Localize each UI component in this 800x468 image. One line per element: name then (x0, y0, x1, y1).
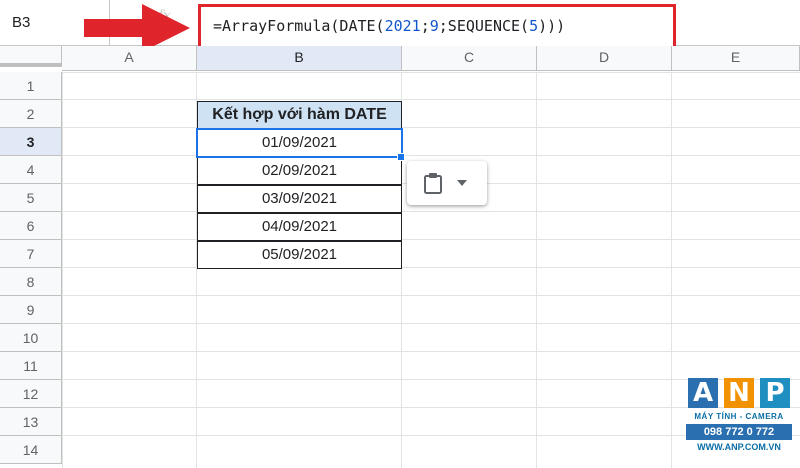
logo-letter-p: P (760, 378, 790, 408)
logo-website: WWW.ANP.COM.VN (697, 442, 781, 452)
row-header-6[interactable]: 6 (0, 212, 62, 240)
formula-text: =ArrayFormula(DATE(2021;9;SEQUENCE(5))) (213, 17, 566, 35)
select-all-corner[interactable] (0, 46, 62, 67)
logo-tagline: MÁY TÍNH - CAMERA (694, 412, 784, 421)
row-header-10[interactable]: 10 (0, 324, 62, 352)
column-header-b[interactable]: B (197, 46, 402, 71)
row-header-11[interactable]: 11 (0, 352, 62, 380)
logo-letter-a: A (688, 378, 718, 408)
row-header-14[interactable]: 14 (0, 436, 62, 464)
column-header-d[interactable]: D (537, 46, 672, 71)
fill-handle[interactable] (397, 153, 405, 161)
row-header-4[interactable]: 4 (0, 156, 62, 184)
formula-input[interactable]: =ArrayFormula(DATE(2021;9;SEQUENCE(5))) (198, 4, 676, 52)
row-header-1[interactable]: 1 (0, 72, 62, 100)
logo-letter-n: N (724, 378, 754, 408)
column-header-a[interactable]: A (62, 46, 197, 71)
row-header-5[interactable]: 5 (0, 184, 62, 212)
row-header-2[interactable]: 2 (0, 100, 62, 128)
active-cell-outline (196, 128, 403, 158)
date-cell-b6[interactable]: 04/09/2021 (197, 213, 402, 241)
row-header-12[interactable]: 12 (0, 380, 62, 408)
dropdown-arrow-icon[interactable] (457, 180, 467, 186)
date-cell-b5[interactable]: 03/09/2021 (197, 185, 402, 213)
red-arrow-icon (84, 4, 190, 52)
row-header-7[interactable]: 7 (0, 240, 62, 268)
anp-logo: A N P MÁY TÍNH - CAMERA 098 772 0 772 WW… (686, 378, 792, 462)
table-header-cell[interactable]: Kết hợp với hàm DATE (197, 101, 402, 129)
paste-icon (424, 173, 442, 194)
row-header-13[interactable]: 13 (0, 408, 62, 436)
date-cell-b7[interactable]: 05/09/2021 (197, 241, 402, 269)
row-header-9[interactable]: 9 (0, 296, 62, 324)
row-header-8[interactable]: 8 (0, 268, 62, 296)
row-header-3[interactable]: 3 (0, 128, 62, 156)
column-header-e[interactable]: E (672, 46, 800, 71)
logo-letters: A N P (686, 378, 792, 410)
column-header-c[interactable]: C (402, 46, 537, 71)
date-cell-b4[interactable]: 02/09/2021 (197, 157, 402, 185)
paste-options-chip[interactable] (407, 161, 487, 205)
logo-phone: 098 772 0 772 (686, 424, 792, 440)
